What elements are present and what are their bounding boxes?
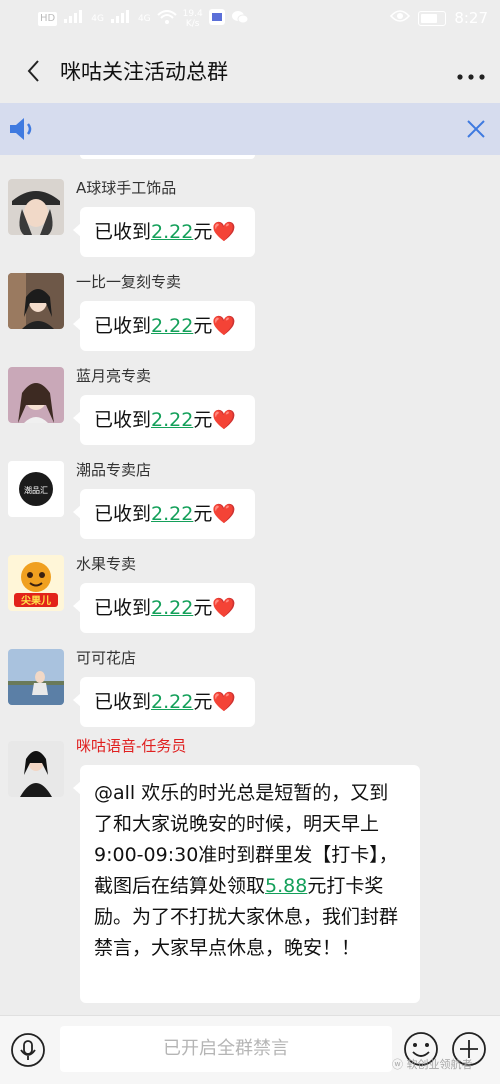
message-text: 已收到 (94, 503, 152, 525)
amount-link[interactable]: 2.22 (151, 691, 193, 713)
network-speed-unit: K/s (185, 19, 200, 29)
speaker-icon (6, 113, 38, 145)
chat-area[interactable]: A球球手工饰品 已收到2.22元❤️ 一比一复刻专卖 已收到2.22元❤️ 蓝月… (0, 155, 500, 1015)
amount-link[interactable]: 2.22 (151, 221, 193, 243)
muted-input-field[interactable]: 已开启全群禁言 (60, 1026, 392, 1072)
message-bubble[interactable]: 已收到2.22元❤️ (73, 301, 255, 351)
chat-title: 咪咕关注活动总群 (60, 60, 228, 84)
message-bubble[interactable]: 已收到2.22元❤️ (73, 207, 255, 257)
message-bubble[interactable]: 已收到2.22元❤️ (73, 583, 255, 633)
message-text: 已收到 (94, 597, 152, 619)
sender-name: A球球手工饰品 (76, 179, 177, 197)
sender-name: 一比一复刻专卖 (76, 273, 182, 291)
amount-link[interactable]: 2.22 (151, 315, 193, 337)
previous-message-bubble (80, 155, 255, 159)
more-options-icon[interactable] (456, 66, 486, 80)
signal-icon (63, 10, 85, 28)
status-right: 8:27 (390, 9, 488, 27)
hd-badge: HD (38, 12, 58, 26)
amount-link[interactable]: 5.88 (265, 875, 307, 897)
close-icon[interactable] (464, 117, 488, 141)
back-icon[interactable] (22, 56, 50, 86)
avatar[interactable]: 潮品汇 (8, 461, 64, 517)
sender-name: 可可花店 (76, 649, 137, 667)
app-notification-icon (208, 9, 225, 29)
heart-emoji: ❤️ (212, 409, 237, 431)
amount-link[interactable]: 2.22 (151, 597, 193, 619)
currency-unit: 元 (193, 409, 213, 431)
shop-logo-text: 潮品汇 (24, 485, 48, 495)
amount-link[interactable]: 2.22 (151, 503, 193, 525)
avatar[interactable]: 尖果儿 (8, 555, 64, 611)
fruit-badge-text: 尖果儿 (21, 594, 51, 607)
input-bar: 已开启全群禁言 ⓦ 软创业领航者 (0, 1015, 500, 1084)
watermark: ⓦ 软创业领航者 (392, 1056, 473, 1072)
wechat-notification-icon (231, 10, 249, 28)
heart-emoji: ❤️ (212, 503, 237, 525)
network-speed-value: 19.4 (182, 9, 203, 19)
message-text: 已收到 (94, 221, 152, 243)
chat-header: 咪咕关注活动总群 (0, 38, 500, 103)
heart-emoji: ❤️ (212, 691, 237, 713)
signal-icon-2 (110, 10, 132, 28)
wifi-icon (156, 10, 177, 28)
status-time: 8:27 (454, 9, 488, 27)
sender-name: 潮品专卖店 (76, 461, 152, 479)
sender-name: 蓝月亮专卖 (76, 367, 152, 385)
avatar[interactable] (8, 273, 64, 329)
message-text: 已收到 (94, 315, 152, 337)
message-bubble[interactable]: 已收到2.22元❤️ (73, 395, 255, 445)
sender-name: 水果专卖 (76, 555, 137, 573)
signal-label-1: 4G (91, 14, 104, 24)
avatar[interactable] (8, 367, 64, 423)
message-text: 已收到 (94, 409, 152, 431)
message-bubble[interactable]: @all 欢乐的时光总是短暂的，又到了和大家说晚安的时候，明天早上9:00-09… (73, 765, 420, 1003)
heart-emoji: ❤️ (212, 597, 237, 619)
amount-link[interactable]: 2.22 (151, 409, 193, 431)
currency-unit: 元 (193, 597, 213, 619)
currency-unit: 元 (193, 503, 213, 525)
message-text: 已收到 (94, 691, 152, 713)
avatar[interactable] (8, 649, 64, 705)
watermark-icon: ⓦ (392, 1058, 407, 1071)
status-left: HD 4G 4G 19.4 K/s (38, 9, 249, 29)
network-speed: 19.4 K/s (183, 9, 203, 29)
notice-bar[interactable] (0, 103, 500, 155)
currency-unit: 元 (193, 221, 213, 243)
heart-emoji: ❤️ (212, 315, 237, 337)
currency-unit: 元 (193, 315, 213, 337)
battery-icon (418, 10, 447, 26)
voice-input-icon[interactable] (10, 1032, 46, 1068)
eye-icon (390, 10, 411, 26)
sender-name: 咪咕语音-任务员 (76, 737, 187, 755)
currency-unit: 元 (193, 691, 213, 713)
message-bubble[interactable]: 已收到2.22元❤️ (73, 677, 255, 727)
avatar[interactable] (8, 741, 64, 797)
status-bar: HD 4G 4G 19.4 K/s 8:27 (0, 0, 500, 38)
watermark-text: 软创业领航者 (406, 1058, 473, 1071)
heart-emoji: ❤️ (212, 221, 237, 243)
message-bubble[interactable]: 已收到2.22元❤️ (73, 489, 255, 539)
avatar[interactable] (8, 179, 64, 235)
signal-label-2: 4G (137, 14, 151, 24)
